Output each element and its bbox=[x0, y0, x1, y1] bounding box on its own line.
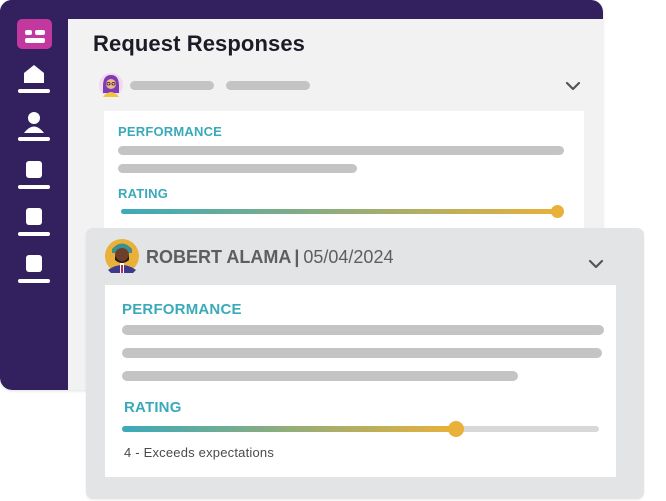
rating-result-text: 4 - Exceeds expectations bbox=[124, 445, 275, 460]
chevron-down-icon bbox=[588, 259, 604, 269]
name-placeholder bbox=[130, 81, 214, 90]
performance-label: PERFORMANCE bbox=[122, 301, 242, 318]
collapse-response-button[interactable] bbox=[588, 256, 604, 272]
person-name: ROBERT ALAMA bbox=[146, 247, 292, 267]
rating-label: RATING bbox=[124, 399, 182, 416]
header-separator: | bbox=[294, 247, 300, 267]
rating-slider-fill bbox=[122, 426, 456, 432]
performance-text-placeholder bbox=[122, 371, 518, 381]
rating-slider-track bbox=[122, 421, 599, 437]
document-icon bbox=[18, 161, 50, 189]
performance-text-placeholder bbox=[122, 348, 602, 358]
sidebar-item-profile[interactable] bbox=[17, 111, 51, 143]
chevron-down-icon bbox=[565, 81, 581, 91]
sidebar bbox=[0, 0, 68, 390]
user-icon bbox=[18, 112, 50, 141]
page-title: Request Responses bbox=[93, 31, 305, 56]
avatar-man-icon bbox=[105, 239, 139, 273]
document-icon bbox=[18, 255, 50, 283]
app-logo[interactable] bbox=[17, 19, 52, 49]
home-icon bbox=[18, 65, 50, 93]
rating-slider-track bbox=[121, 205, 564, 218]
avatar bbox=[99, 73, 123, 97]
rating-slider-handle[interactable] bbox=[550, 205, 564, 218]
response-panel: ROBERT ALAMA | 05/04/2024 PERFORMANCE RATI… bbox=[86, 228, 644, 499]
response-header: ROBERT ALAMA | 05/04/2024 bbox=[146, 247, 393, 268]
date-placeholder bbox=[226, 81, 310, 90]
performance-text-placeholder bbox=[118, 164, 357, 173]
performance-text-placeholder bbox=[118, 146, 564, 155]
expand-response-button[interactable] bbox=[565, 78, 581, 94]
performance-label: PERFORMANCE bbox=[118, 124, 223, 139]
sidebar-item-documents[interactable] bbox=[17, 159, 51, 191]
rating-slider-fill bbox=[121, 209, 557, 214]
response-date: 05/04/2024 bbox=[303, 247, 394, 267]
avatar-woman-icon bbox=[99, 73, 123, 97]
performance-text-placeholder bbox=[122, 325, 604, 335]
document-icon bbox=[18, 208, 50, 236]
response-card: PERFORMANCE RATING 4 - Exceeds expectati… bbox=[105, 285, 616, 477]
avatar bbox=[105, 239, 139, 273]
sidebar-item-reports[interactable] bbox=[17, 206, 51, 238]
sidebar-item-home[interactable] bbox=[17, 63, 51, 95]
sidebar-item-files[interactable] bbox=[17, 253, 51, 285]
rating-label: RATING bbox=[118, 186, 169, 201]
rating-slider-handle[interactable] bbox=[448, 421, 464, 437]
window-top-bar bbox=[0, 0, 603, 19]
